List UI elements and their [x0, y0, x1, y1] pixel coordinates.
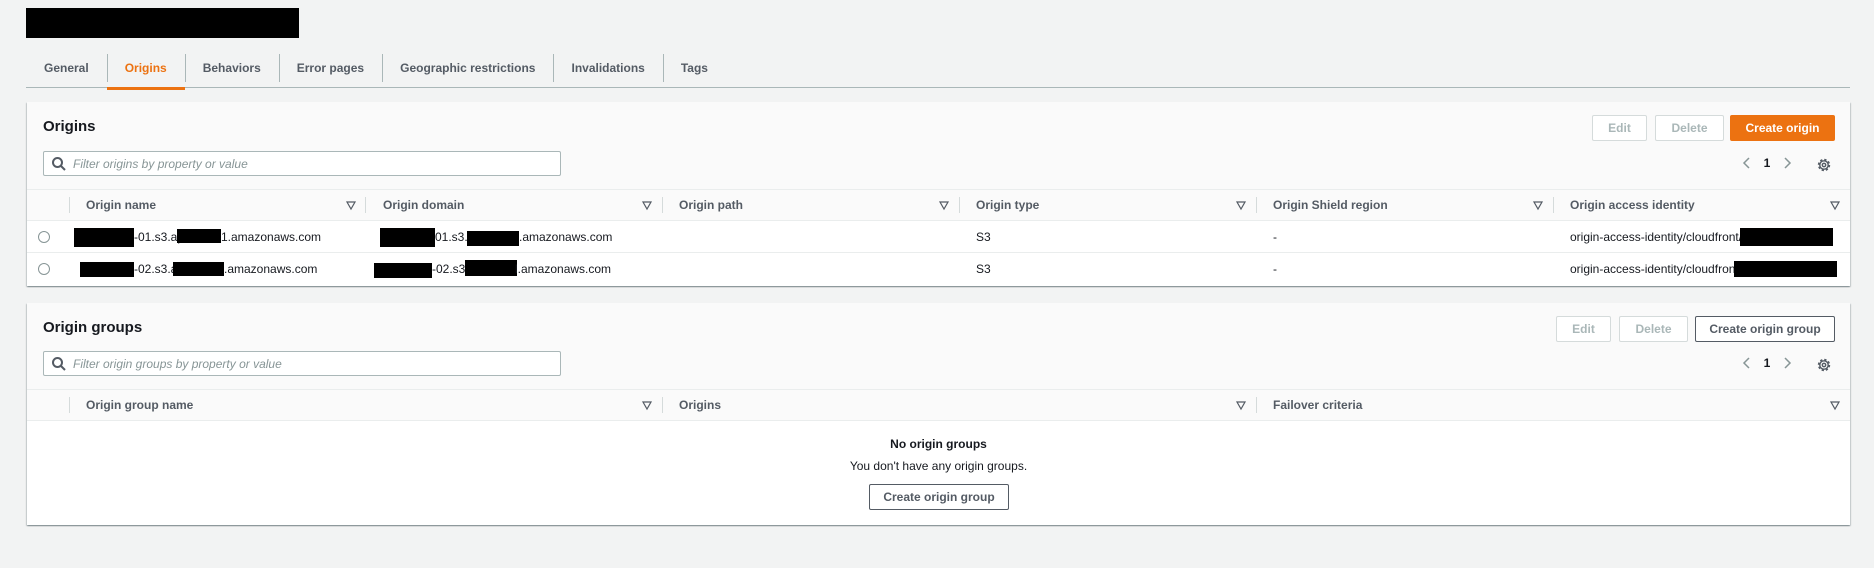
- table-row[interactable]: -01.s3.ap 1.amazonaws.com 01.s3. .amazon…: [27, 221, 1850, 253]
- column-divider: [1553, 197, 1554, 213]
- page-number[interactable]: 1: [1752, 156, 1782, 170]
- sort-icon[interactable]: [345, 199, 357, 211]
- origin-shield-cell: -: [1273, 230, 1277, 244]
- redacted-text: [374, 263, 432, 278]
- redacted-text: [1734, 261, 1837, 277]
- origin-groups-filter-input[interactable]: [73, 356, 553, 371]
- tab-general[interactable]: General: [26, 48, 107, 88]
- empty-state: No origin groups You don't have any orig…: [27, 437, 1850, 473]
- column-origin-shield-region[interactable]: Origin Shield region: [1273, 190, 1388, 220]
- empty-state-title: No origin groups: [890, 437, 987, 451]
- table-row[interactable]: -02.s3.a .amazonaws.com -02.s3. l.amazon…: [27, 253, 1850, 285]
- search-icon: [52, 156, 66, 171]
- gear-icon[interactable]: [1816, 157, 1832, 173]
- redacted-text: [177, 229, 221, 243]
- column-origin-access-identity[interactable]: Origin access identity: [1570, 190, 1695, 220]
- origin-name-fragment: .amazonaws.com: [224, 262, 318, 276]
- origin-name-fragment: -02.s3.a: [134, 262, 178, 276]
- column-origin-name[interactable]: Origin name: [86, 190, 156, 220]
- column-divider: [662, 197, 663, 213]
- chevron-right-icon[interactable]: [1782, 156, 1794, 170]
- empty-state-text: You don't have any origin groups.: [849, 459, 1028, 473]
- redacted-distribution-title: [26, 8, 299, 38]
- column-divider: [69, 197, 70, 213]
- origins-filter: [43, 151, 561, 176]
- sort-icon[interactable]: [1235, 199, 1247, 211]
- column-origin-group-name[interactable]: Origin group name: [86, 390, 193, 420]
- chevron-left-icon[interactable]: [1740, 356, 1752, 370]
- tab-origins[interactable]: Origins: [106, 48, 185, 90]
- tab-invalidations[interactable]: Invalidations: [553, 48, 662, 88]
- delete-origin-button[interactable]: Delete: [1655, 115, 1724, 141]
- redacted-text: [1740, 228, 1833, 246]
- origin-domain-fragment: .amazonaws.com: [519, 230, 613, 244]
- origin-domain-fragment: -02.s3.: [432, 262, 469, 276]
- column-divider: [662, 397, 663, 413]
- column-origin-path[interactable]: Origin path: [679, 190, 743, 220]
- gear-icon[interactable]: [1816, 357, 1832, 373]
- create-origin-group-button[interactable]: Create origin group: [1695, 316, 1835, 342]
- column-origin-domain[interactable]: Origin domain: [383, 190, 464, 220]
- origin-name-fragment: 1.amazonaws.com: [221, 230, 322, 244]
- column-divider: [365, 197, 366, 213]
- origins-panel-header: Origins Edit Delete Create origin 1: [27, 102, 1850, 190]
- distribution-tabs: General Origins Behaviors Error pages Ge…: [26, 48, 1850, 90]
- origins-filter-input[interactable]: [73, 156, 553, 171]
- chevron-left-icon[interactable]: [1740, 156, 1752, 170]
- redacted-text: [80, 262, 134, 277]
- redacted-text: [173, 262, 224, 276]
- sort-icon[interactable]: [641, 199, 653, 211]
- row-select-radio[interactable]: [38, 231, 50, 243]
- column-origin-type[interactable]: Origin type: [976, 190, 1039, 220]
- redacted-text: [380, 228, 435, 247]
- edit-origin-group-button[interactable]: Edit: [1556, 316, 1611, 342]
- origin-type-cell: S3: [976, 262, 991, 276]
- sort-icon[interactable]: [641, 399, 653, 411]
- tab-geographic-restrictions[interactable]: Geographic restrictions: [382, 48, 553, 88]
- sort-icon[interactable]: [938, 199, 950, 211]
- column-failover-criteria[interactable]: Failover criteria: [1273, 390, 1362, 420]
- search-icon: [52, 356, 66, 371]
- sort-icon[interactable]: [1532, 199, 1544, 211]
- origins-pagination: 1: [1740, 156, 1794, 170]
- origin-shield-cell: -: [1273, 262, 1277, 276]
- redacted-text: [465, 260, 517, 276]
- tab-tags[interactable]: Tags: [662, 48, 726, 88]
- origin-groups-panel-header: Origin groups Edit Delete Create origin …: [27, 303, 1850, 391]
- column-origins[interactable]: Origins: [679, 390, 721, 420]
- create-origin-button[interactable]: Create origin: [1730, 115, 1835, 141]
- origin-access-identity-cell: origin-access-identity/cloudfront: [1570, 262, 1739, 276]
- origin-type-cell: S3: [976, 230, 991, 244]
- origin-groups-title: Origin groups: [43, 319, 143, 336]
- edit-origin-button[interactable]: Edit: [1592, 115, 1647, 141]
- origin-groups-table-header: Origin group name Origins Failover crite…: [27, 389, 1850, 421]
- delete-origin-group-button[interactable]: Delete: [1619, 316, 1688, 342]
- row-select-radio[interactable]: [38, 263, 50, 275]
- origin-groups-pagination: 1: [1740, 356, 1794, 370]
- column-divider: [959, 197, 960, 213]
- sort-icon[interactable]: [1235, 399, 1247, 411]
- origins-panel: Origins Edit Delete Create origin 1 Orig…: [27, 102, 1850, 286]
- origin-access-identity-cell: origin-access-identity/cloudfront/: [1570, 230, 1743, 244]
- redacted-text: [74, 228, 134, 247]
- column-divider: [1256, 397, 1257, 413]
- column-divider: [69, 397, 70, 413]
- redacted-text: [467, 231, 519, 246]
- origins-table-header: Origin name Origin domain Origin path Or…: [27, 189, 1850, 221]
- origin-domain-fragment: l.amazonaws.com: [515, 262, 612, 276]
- origin-groups-filter: [43, 351, 561, 376]
- tab-behaviors[interactable]: Behaviors: [184, 48, 279, 88]
- origin-domain-fragment: 01.s3.: [435, 230, 468, 244]
- empty-create-origin-group-button[interactable]: Create origin group: [869, 484, 1009, 510]
- column-divider: [1256, 197, 1257, 213]
- origins-title: Origins: [43, 118, 96, 135]
- tab-error-pages[interactable]: Error pages: [278, 48, 382, 88]
- origin-groups-panel: Origin groups Edit Delete Create origin …: [27, 303, 1850, 525]
- sort-icon[interactable]: [1829, 399, 1841, 411]
- sort-icon[interactable]: [1829, 199, 1841, 211]
- page-number[interactable]: 1: [1752, 356, 1782, 370]
- chevron-right-icon[interactable]: [1782, 356, 1794, 370]
